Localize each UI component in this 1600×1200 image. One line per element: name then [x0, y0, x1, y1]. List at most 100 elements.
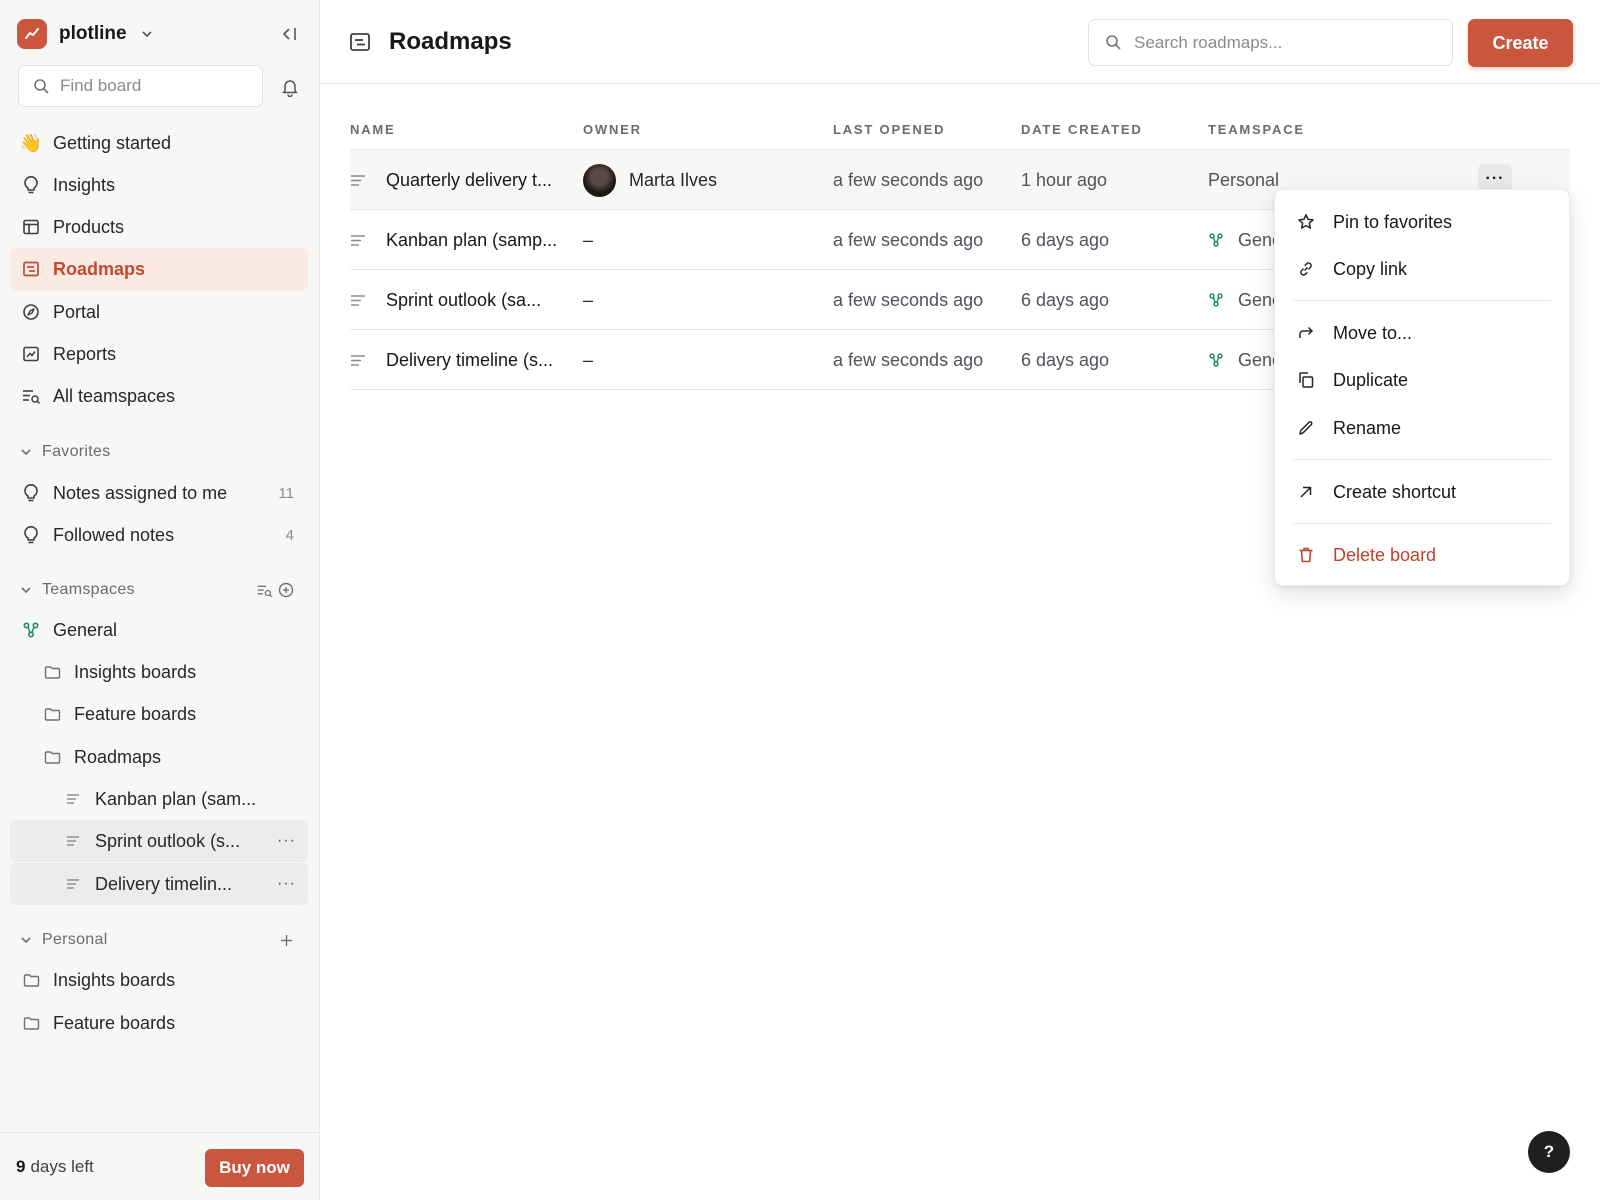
sidebar-item-followed-notes[interactable]: Followed notes 4: [10, 514, 308, 556]
lightbulb-icon: [21, 525, 41, 545]
sidebar-item-sprint-outlook[interactable]: Sprint outlook (s... ···: [10, 820, 308, 862]
column-header-last-opened[interactable]: LAST OPENED: [833, 122, 945, 137]
more-options-icon[interactable]: ···: [277, 875, 296, 893]
table-header: NAME OWNER LAST OPENED DATE CREATED TEAM…: [350, 110, 1570, 150]
column-header-owner[interactable]: OWNER: [583, 122, 642, 137]
last-opened-cell: a few seconds ago: [833, 349, 984, 370]
sidebar-item-insights[interactable]: Insights: [10, 164, 308, 206]
column-header-teamspace[interactable]: TEAMSPACE: [1208, 122, 1305, 137]
sidebar-item-kanban-plan[interactable]: Kanban plan (sam...: [10, 778, 308, 820]
chart-line-icon: [17, 19, 47, 49]
sidebar-item-label: All teamspaces: [53, 385, 176, 406]
owner-cell: –: [583, 349, 594, 370]
menu-divider: [1293, 300, 1551, 301]
roadmap-lines-icon: [63, 789, 83, 809]
roadmap-lines-icon: [63, 874, 83, 894]
menu-item-move-to[interactable]: Move to...: [1275, 311, 1569, 355]
sidebar-item-label: Roadmaps: [74, 746, 162, 767]
find-board-field[interactable]: [18, 65, 263, 107]
menu-item-label: Delete board: [1333, 544, 1437, 565]
search-icon: [1105, 34, 1122, 51]
workspace-switcher[interactable]: plotline: [17, 17, 153, 51]
column-header-date-created[interactable]: DATE CREATED: [1021, 122, 1143, 137]
link-icon: [1297, 260, 1315, 278]
menu-item-label: Move to...: [1333, 322, 1413, 343]
date-created-cell: 6 days ago: [1021, 289, 1110, 310]
section-title: Teamspaces: [42, 581, 135, 598]
lightbulb-icon: [21, 483, 41, 503]
copy-icon: [1297, 371, 1315, 389]
date-created-cell: 6 days ago: [1021, 349, 1110, 370]
sidebar-item-label: Insights: [53, 174, 116, 195]
sidebar-item-label: Roadmaps: [53, 258, 146, 279]
menu-item-rename[interactable]: Rename: [1275, 406, 1569, 450]
chevron-down-icon: [141, 28, 153, 40]
menu-item-pin-to-favorites[interactable]: Pin to favorites: [1275, 200, 1569, 244]
roadmap-lines-icon: [350, 174, 366, 187]
section-actions: [256, 582, 294, 598]
help-button[interactable]: ?: [1528, 1131, 1570, 1173]
compass-icon: [21, 302, 41, 322]
sidebar-item-personal-feature-boards[interactable]: Feature boards: [10, 1002, 308, 1044]
collapse-sidebar-icon[interactable]: [278, 22, 302, 46]
add-circle-icon[interactable]: [278, 582, 294, 598]
board-name: Quarterly delivery t...: [386, 169, 553, 190]
sidebar-item-general-roadmaps[interactable]: Roadmaps: [10, 736, 308, 778]
teamspaces-section-header[interactable]: Teamspaces: [20, 575, 308, 605]
find-board-input[interactable]: [60, 76, 240, 96]
search-roadmaps-input[interactable]: [1134, 32, 1434, 53]
bell-icon[interactable]: [279, 76, 301, 98]
sidebar-item-general-insights-boards[interactable]: Insights boards: [10, 651, 308, 693]
teamspace-icon: [1208, 232, 1224, 248]
sidebar-item-label: Feature boards: [53, 1012, 176, 1033]
sidebar-item-products[interactable]: Products: [10, 206, 308, 248]
favorites-section-header[interactable]: Favorites: [20, 437, 308, 467]
name-cell: Delivery timeline (s...: [350, 330, 575, 390]
chevron-down-icon: [20, 934, 32, 946]
sidebar-item-roadmaps[interactable]: Roadmaps: [10, 248, 308, 290]
search-roadmaps-field[interactable]: [1088, 19, 1453, 66]
owner-name: Marta Ilves: [629, 169, 718, 190]
chart-icon: [21, 344, 41, 364]
pencil-icon: [1297, 419, 1315, 437]
section-title: Personal: [42, 931, 108, 948]
sidebar-item-personal-insights-boards[interactable]: Insights boards: [10, 959, 308, 1001]
chevron-down-icon: [20, 446, 32, 458]
menu-item-delete-board[interactable]: Delete board: [1275, 533, 1569, 577]
folder-icon: [21, 970, 41, 990]
folder-icon: [21, 1013, 41, 1033]
sidebar-item-general[interactable]: General: [10, 609, 308, 651]
menu-item-duplicate[interactable]: Duplicate: [1275, 358, 1569, 402]
sidebar-item-general-feature-boards[interactable]: Feature boards: [10, 693, 308, 735]
section-title: Favorites: [42, 443, 111, 460]
teamspace-name: Personal: [1208, 169, 1280, 190]
sidebar-item-delivery-timeline[interactable]: Delivery timelin... ···: [10, 863, 308, 905]
board-name: Kanban plan (samp...: [386, 229, 558, 250]
menu-item-copy-link[interactable]: Copy link: [1275, 247, 1569, 291]
sidebar-item-notes-assigned[interactable]: Notes assigned to me 11: [10, 472, 308, 514]
sidebar-item-label: General: [53, 619, 118, 640]
sidebar-item-reports[interactable]: Reports: [10, 333, 308, 375]
plus-icon[interactable]: [279, 933, 294, 948]
sidebar-item-portal[interactable]: Portal: [10, 291, 308, 333]
menu-item-label: Pin to favorites: [1333, 211, 1453, 232]
menu-divider: [1293, 459, 1551, 460]
column-header-name[interactable]: NAME: [350, 122, 395, 137]
buy-now-button[interactable]: Buy now: [205, 1149, 304, 1187]
sidebar: plotline 👋 Getting started Insights Prod…: [0, 0, 320, 1200]
date-created-cell: 6 days ago: [1021, 229, 1110, 250]
board-context-menu: Pin to favorites Copy link Move to... Du…: [1274, 189, 1570, 586]
sidebar-item-label: Kanban plan (sam...: [95, 788, 257, 809]
personal-section-header[interactable]: Personal: [20, 925, 308, 955]
sidebar-item-label: Insights boards: [74, 661, 197, 682]
more-options-icon[interactable]: ···: [277, 832, 296, 850]
arrow-up-right-icon: [1297, 483, 1315, 501]
menu-item-label: Create shortcut: [1333, 481, 1457, 502]
sidebar-item-all-teamspaces[interactable]: All teamspaces: [10, 375, 308, 417]
menu-item-create-shortcut[interactable]: Create shortcut: [1275, 470, 1569, 514]
sidebar-item-label: Products: [53, 216, 125, 237]
sidebar-item-getting-started[interactable]: 👋 Getting started: [10, 122, 308, 164]
sidebar-item-label: Followed notes: [53, 524, 175, 545]
create-button[interactable]: Create: [1468, 19, 1573, 67]
list-search-icon[interactable]: [256, 583, 273, 598]
